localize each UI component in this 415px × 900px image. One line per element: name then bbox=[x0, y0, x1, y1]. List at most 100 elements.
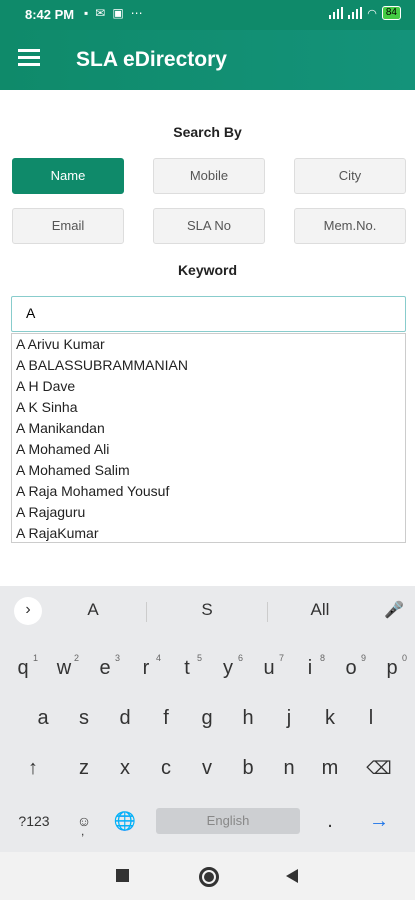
search-by-mem-no-button[interactable]: Mem.No. bbox=[294, 208, 406, 244]
key-s[interactable]: s bbox=[67, 698, 101, 738]
key-y[interactable]: y6 bbox=[211, 648, 245, 688]
app-title: SLA eDirectory bbox=[76, 48, 227, 71]
battery-icon: 84 bbox=[381, 6, 401, 20]
key-c[interactable]: c bbox=[149, 748, 183, 788]
home-icon[interactable] bbox=[199, 867, 219, 887]
key-h[interactable]: h bbox=[231, 698, 265, 738]
suggestion-strip: › A S All 🎤 bbox=[0, 586, 415, 636]
key-v[interactable]: v bbox=[190, 748, 224, 788]
key-number-hint: 8 bbox=[319, 653, 325, 663]
app-icon: ▣ bbox=[112, 6, 124, 20]
status-time: 8:42 PM bbox=[25, 7, 75, 22]
key-j[interactable]: j bbox=[272, 698, 306, 738]
key-b[interactable]: b bbox=[231, 748, 265, 788]
numbers-key[interactable]: ?123 bbox=[12, 801, 56, 841]
key-l[interactable]: l bbox=[354, 698, 388, 738]
search-by-label: Search By bbox=[173, 124, 242, 140]
key-w[interactable]: w2 bbox=[47, 648, 81, 688]
list-item[interactable]: A Manikandan bbox=[12, 418, 405, 439]
key-k[interactable]: k bbox=[313, 698, 347, 738]
recents-icon[interactable] bbox=[116, 869, 129, 882]
enter-key[interactable]: → bbox=[362, 801, 396, 841]
shift-key[interactable]: ↑ bbox=[16, 748, 50, 788]
key-m[interactable]: m bbox=[313, 748, 347, 788]
key-z[interactable]: z bbox=[67, 748, 101, 788]
suggestion-divider bbox=[146, 602, 147, 622]
keyword-field[interactable] bbox=[11, 296, 406, 332]
mic-icon[interactable]: 🎤 bbox=[364, 600, 415, 620]
key-number-hint: 4 bbox=[155, 653, 161, 663]
chevron-right-icon[interactable]: › bbox=[14, 597, 42, 625]
key-letter: y bbox=[223, 657, 233, 679]
key-a[interactable]: a bbox=[26, 698, 60, 738]
list-item[interactable]: A K Sinha bbox=[12, 397, 405, 418]
key-letter: w bbox=[56, 657, 72, 679]
key-number-hint: 5 bbox=[196, 653, 202, 663]
list-item[interactable]: A Mohamed Salim bbox=[12, 460, 405, 481]
list-item[interactable]: A H Dave bbox=[12, 376, 405, 397]
period-key[interactable]: . bbox=[313, 801, 347, 841]
key-g[interactable]: g bbox=[190, 698, 224, 738]
key-number-hint: 7 bbox=[278, 653, 284, 663]
list-item[interactable]: A RajaKumar bbox=[12, 523, 405, 542]
status-bar: 8:42 PM ▪ ✉ ▣ ⋯ ◠ 84 bbox=[0, 0, 415, 30]
soft-keyboard: › A S All 🎤 q1w2e3r4t5y6u7i8o9p0 a s d f… bbox=[0, 586, 415, 852]
key-p[interactable]: p0 bbox=[375, 648, 409, 688]
key-o[interactable]: o9 bbox=[334, 648, 368, 688]
list-item[interactable]: A BALASSUBRAMMANIAN bbox=[12, 355, 405, 376]
key-number-hint: 9 bbox=[360, 653, 366, 663]
key-letter: i bbox=[307, 657, 313, 679]
notification-icon: ▪ bbox=[84, 6, 89, 20]
system-nav-bar bbox=[0, 852, 415, 900]
suggestion-3[interactable]: All bbox=[290, 600, 350, 620]
list-item[interactable]: A Rajaguru bbox=[12, 502, 405, 523]
key-x[interactable]: x bbox=[108, 748, 142, 788]
key-letter: q bbox=[17, 657, 29, 679]
signal-icon-2 bbox=[348, 7, 363, 19]
comma-label: , bbox=[81, 824, 85, 838]
back-icon[interactable] bbox=[286, 869, 298, 883]
key-number-hint: 2 bbox=[73, 653, 79, 663]
key-t[interactable]: t5 bbox=[170, 648, 204, 688]
key-n[interactable]: n bbox=[272, 748, 306, 788]
search-by-mobile-button[interactable]: Mobile bbox=[153, 158, 265, 194]
key-number-hint: 0 bbox=[401, 653, 407, 663]
key-d[interactable]: d bbox=[108, 698, 142, 738]
space-key[interactable]: English bbox=[156, 808, 300, 834]
wifi-icon: ◠ bbox=[367, 7, 377, 20]
key-q[interactable]: q1 bbox=[6, 648, 40, 688]
search-by-name-button[interactable]: Name bbox=[12, 158, 124, 194]
keyword-label: Keyword bbox=[177, 262, 238, 278]
search-by-email-button[interactable]: Email bbox=[12, 208, 124, 244]
suggestion-divider bbox=[267, 602, 268, 622]
hamburger-menu-icon[interactable] bbox=[18, 49, 40, 67]
list-item[interactable]: A Mohamed Ali bbox=[12, 439, 405, 460]
key-number-hint: 1 bbox=[32, 653, 38, 663]
suggestion-1[interactable]: A bbox=[63, 600, 123, 620]
keyword-input[interactable] bbox=[24, 297, 388, 329]
autocomplete-list[interactable]: A Arivu Kumar A BALASSUBRAMMANIAN A H Da… bbox=[11, 333, 406, 543]
system-icons: ◠ 84 bbox=[329, 6, 401, 20]
globe-icon[interactable]: 🌐 bbox=[108, 801, 142, 841]
notification-icons: ▪ ✉ ▣ ⋯ bbox=[84, 6, 143, 20]
key-e[interactable]: e3 bbox=[88, 648, 122, 688]
key-r[interactable]: r4 bbox=[129, 648, 163, 688]
more-notifications-icon: ⋯ bbox=[130, 6, 143, 20]
key-number-hint: 6 bbox=[237, 653, 243, 663]
key-letter: e bbox=[99, 657, 111, 679]
key-u[interactable]: u7 bbox=[252, 648, 286, 688]
key-f[interactable]: f bbox=[149, 698, 183, 738]
key-letter: r bbox=[142, 657, 150, 679]
emoji-key[interactable]: ☺ , bbox=[67, 801, 101, 841]
key-i[interactable]: i8 bbox=[293, 648, 327, 688]
message-icon: ✉ bbox=[95, 6, 106, 20]
key-letter: o bbox=[345, 657, 357, 679]
suggestion-2[interactable]: S bbox=[177, 600, 237, 620]
list-item[interactable]: A Raja Mohamed Yousuf bbox=[12, 481, 405, 502]
search-by-sla-no-button[interactable]: SLA No bbox=[153, 208, 265, 244]
backspace-key[interactable]: ⌫ bbox=[362, 748, 396, 788]
app-bar: SLA eDirectory bbox=[0, 30, 415, 90]
key-letter: u bbox=[263, 657, 275, 679]
search-by-city-button[interactable]: City bbox=[294, 158, 406, 194]
list-item[interactable]: A Arivu Kumar bbox=[12, 334, 405, 355]
